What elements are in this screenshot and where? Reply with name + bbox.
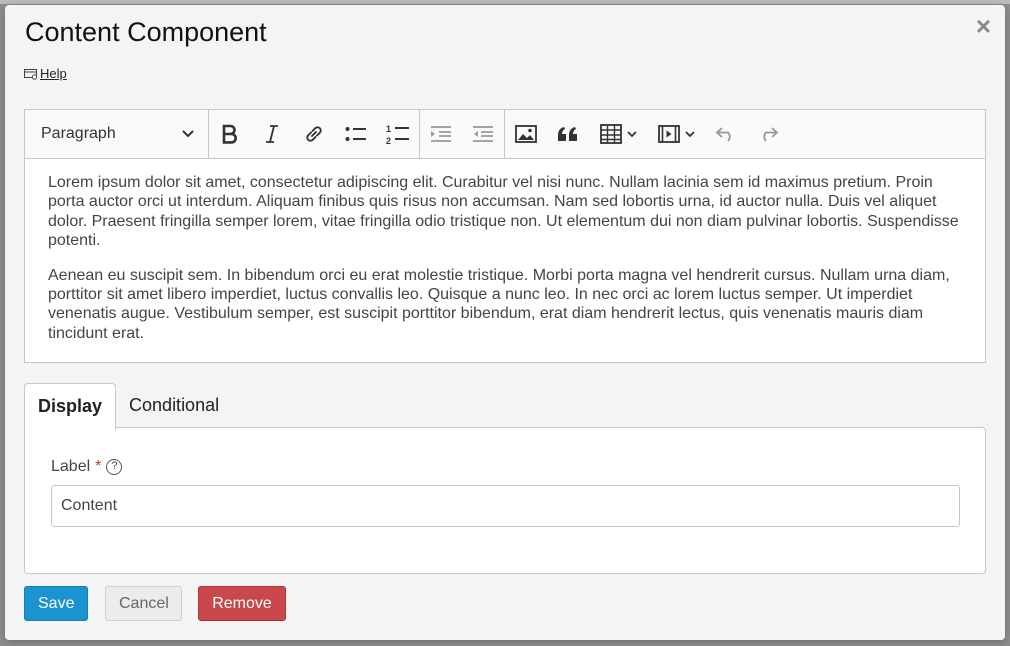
bulleted-list-button[interactable] (335, 110, 377, 159)
editor-toolbar: Paragraph 12 (25, 110, 985, 159)
toolbar-group-insert (505, 110, 789, 158)
help-card-icon (24, 68, 38, 80)
indent-button[interactable] (420, 110, 462, 159)
save-button[interactable]: Save (24, 586, 88, 621)
toolbar-group-heading: Paragraph (25, 110, 209, 158)
chevron-down-icon (182, 130, 194, 138)
bold-icon (222, 124, 237, 144)
editor-content-area[interactable]: Lorem ipsum dolor sit amet, consectetur … (25, 159, 985, 343)
svg-text:2: 2 (386, 136, 391, 145)
content-paragraph: Aenean eu suscipit sem. In bibendum orci… (48, 266, 950, 342)
question-circle-icon[interactable]: ? (106, 459, 123, 475)
indent-icon (431, 126, 451, 142)
bulleted-list-icon (345, 127, 366, 141)
label-field-label: Label * ? (51, 458, 123, 476)
remove-button[interactable]: Remove (198, 586, 286, 621)
insert-table-button[interactable] (589, 110, 647, 159)
link-button[interactable] (293, 110, 335, 159)
label-input[interactable] (51, 485, 960, 527)
insert-image-button[interactable] (505, 110, 547, 159)
link-icon (306, 126, 322, 142)
required-marker: * (95, 458, 102, 475)
paragraph-format-label: Paragraph (41, 125, 116, 142)
tab-conditional[interactable]: Conditional (116, 383, 232, 429)
tab-display[interactable]: Display (24, 383, 117, 430)
toolbar-group-indent (420, 110, 505, 158)
media-icon (657, 125, 680, 143)
close-icon[interactable]: × (976, 13, 991, 39)
redo-icon (763, 127, 779, 142)
label-field-text: Label (51, 458, 91, 475)
italic-button[interactable] (251, 110, 293, 159)
insert-media-button[interactable] (647, 110, 705, 159)
chevron-down-icon (626, 130, 637, 137)
quote-icon (558, 127, 577, 141)
toolbar-group-formatting: 12 (209, 110, 420, 158)
block-quote-button[interactable] (547, 110, 589, 159)
paragraph-format-dropdown[interactable]: Paragraph (25, 125, 208, 143)
content-paragraph: Lorem ipsum dolor sit amet, consectetur … (48, 174, 959, 250)
svg-text:1: 1 (386, 124, 391, 134)
help-link[interactable]: Help (40, 66, 67, 81)
outdent-icon (473, 126, 493, 142)
rich-text-editor: Paragraph 12 Lorem ipsum dolor sit amet,… (24, 109, 986, 363)
undo-icon (715, 127, 731, 142)
display-tab-panel: Label * ? (24, 427, 986, 574)
italic-icon (266, 125, 278, 143)
redo-button[interactable] (747, 110, 789, 159)
image-icon (515, 125, 537, 143)
numbered-list-button[interactable]: 12 (377, 110, 419, 159)
table-icon (599, 124, 622, 144)
dialog-title: Content Component (25, 17, 267, 47)
numbered-list-icon: 12 (386, 124, 409, 145)
chevron-down-icon (684, 130, 695, 137)
help-link-group[interactable]: Help (24, 66, 67, 81)
content-component-dialog: × Content Component Help Paragraph 1 2 L… (5, 5, 1005, 640)
undo-button[interactable] (705, 110, 747, 159)
backdrop-strip (0, 0, 1010, 4)
cancel-button[interactable]: Cancel (105, 586, 182, 621)
bold-button[interactable] (209, 110, 251, 159)
outdent-button[interactable] (462, 110, 504, 159)
settings-tabs: Display Conditional (24, 383, 232, 430)
